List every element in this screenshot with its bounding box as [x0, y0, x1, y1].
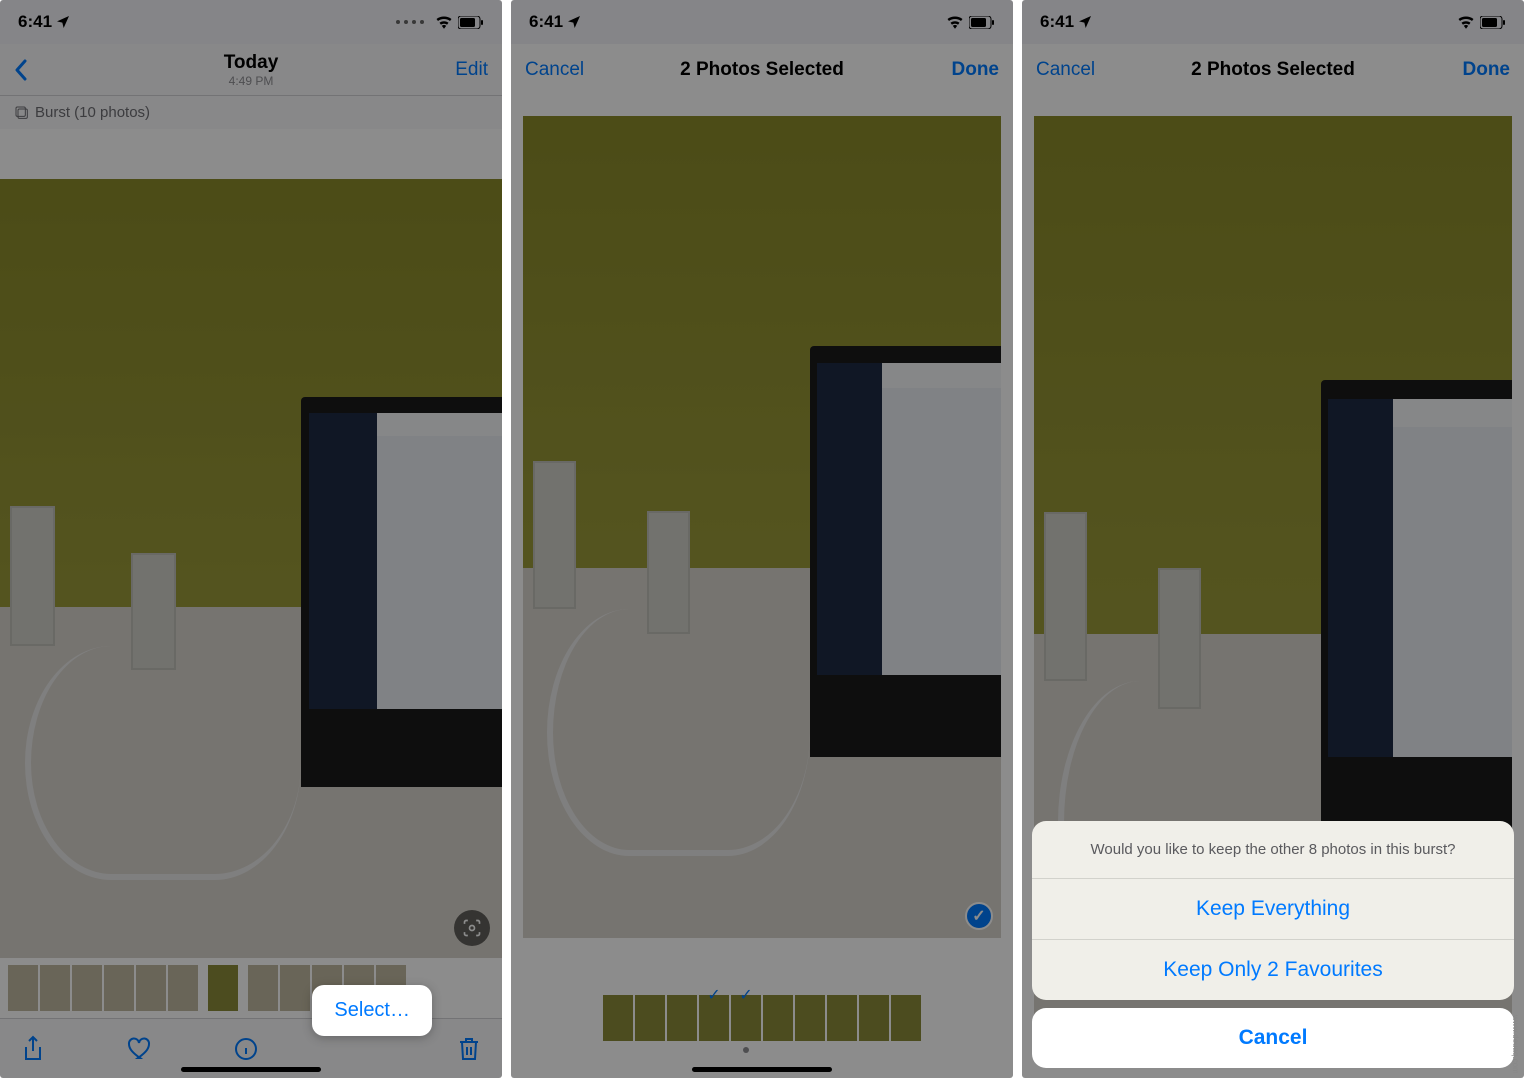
wifi-icon	[1457, 15, 1475, 29]
nav-bar: Cancel 2 Photos Selected Done	[511, 44, 1013, 96]
photo-viewer[interactable]: ✓ ✓ ✓	[511, 96, 1013, 1078]
keep-favourites-button[interactable]: Keep Only 2 Favourites	[1032, 940, 1514, 1000]
home-indicator[interactable]	[181, 1067, 321, 1072]
heart-icon	[127, 1037, 153, 1061]
sheet-cancel-button[interactable]: Cancel	[1032, 1008, 1514, 1068]
screen-2-burst-select: 6:41 Cancel 2 Photos Selected Done ✓	[511, 0, 1013, 1078]
nav-bar: Today 4:49 PM Edit	[0, 44, 502, 96]
cancel-button[interactable]: Cancel	[1036, 59, 1116, 81]
location-arrow-icon	[55, 14, 71, 30]
status-time: 6:41	[1040, 12, 1074, 32]
status-time: 6:41	[529, 12, 563, 32]
photo-viewer[interactable]	[0, 129, 502, 958]
visual-lookup-icon[interactable]	[454, 910, 490, 946]
thumbnail[interactable]	[248, 965, 278, 1011]
thumbnail[interactable]	[8, 965, 38, 1011]
nav-bar: Cancel 2 Photos Selected Done	[1022, 44, 1524, 96]
burst-label-text: Burst (10 photos)	[35, 104, 150, 121]
burst-thumbnail-strip[interactable]: ✓ ✓	[511, 988, 1013, 1048]
thumbnail[interactable]	[104, 965, 134, 1011]
battery-icon	[458, 16, 484, 29]
burst-icon	[14, 105, 30, 121]
status-bar: 6:41	[1022, 0, 1524, 44]
wifi-icon	[435, 15, 453, 29]
thumbnail[interactable]	[72, 965, 102, 1011]
battery-icon	[969, 16, 995, 29]
photo-content	[523, 116, 1001, 938]
status-bar: 6:41	[511, 0, 1013, 44]
location-arrow-icon	[566, 14, 582, 30]
action-sheet: Would you like to keep the other 8 photo…	[1032, 821, 1514, 1068]
trash-icon	[458, 1036, 480, 1062]
status-bar: 6:41	[0, 0, 502, 44]
thumbnail[interactable]	[763, 995, 793, 1041]
thumbnail[interactable]	[859, 995, 889, 1041]
battery-icon	[1480, 16, 1506, 29]
done-button[interactable]: Done	[919, 59, 999, 81]
status-time: 6:41	[18, 12, 52, 32]
back-button[interactable]	[14, 59, 94, 81]
chevron-left-icon	[14, 59, 28, 81]
thumbnail[interactable]	[795, 995, 825, 1041]
done-button[interactable]: Done	[1430, 59, 1510, 81]
location-arrow-icon	[1077, 14, 1093, 30]
select-popup-button[interactable]: Select…	[312, 985, 432, 1036]
photo-content	[0, 179, 502, 958]
info-button[interactable]	[231, 1034, 261, 1064]
keep-everything-button[interactable]: Keep Everything	[1032, 879, 1514, 940]
thumbnail[interactable]	[603, 995, 633, 1041]
screen-1-photo-detail: 6:41 Today 4:49 PM Edit Burst (	[0, 0, 502, 1078]
selected-check-icon[interactable]: ✓	[965, 902, 993, 930]
share-button[interactable]	[18, 1034, 48, 1064]
nav-title: Today	[94, 52, 408, 74]
thumbnail[interactable]	[635, 995, 665, 1041]
delete-button[interactable]	[454, 1034, 484, 1064]
burst-label: Burst (10 photos)	[0, 96, 502, 129]
nav-title: 2 Photos Selected	[605, 59, 919, 81]
thumbnail[interactable]	[136, 965, 166, 1011]
share-icon	[22, 1035, 44, 1063]
favorite-button[interactable]	[125, 1034, 155, 1064]
thumbnail[interactable]	[208, 965, 238, 1011]
home-indicator[interactable]	[692, 1067, 832, 1072]
thumbnail[interactable]	[168, 965, 198, 1011]
nav-title: 2 Photos Selected	[1116, 59, 1430, 81]
thumbnail[interactable]	[667, 995, 697, 1041]
info-icon	[234, 1037, 258, 1061]
watermark: www.deuaq.com	[1511, 1015, 1520, 1074]
screen-3-action-sheet: 6:41 Cancel 2 Photos Selected Done	[1022, 0, 1524, 1078]
edit-button[interactable]: Edit	[408, 59, 488, 81]
thumbnail[interactable]	[280, 965, 310, 1011]
wifi-icon	[946, 15, 964, 29]
cancel-button[interactable]: Cancel	[525, 59, 605, 81]
nav-subtitle: 4:49 PM	[94, 74, 408, 88]
thumbnail[interactable]	[40, 965, 70, 1011]
thumbnail[interactable]	[891, 995, 921, 1041]
thumbnail-selected[interactable]: ✓	[699, 995, 729, 1041]
thumbnail-selected[interactable]: ✓	[731, 995, 761, 1041]
sheet-message: Would you like to keep the other 8 photo…	[1032, 821, 1514, 879]
thumbnail[interactable]	[827, 995, 857, 1041]
